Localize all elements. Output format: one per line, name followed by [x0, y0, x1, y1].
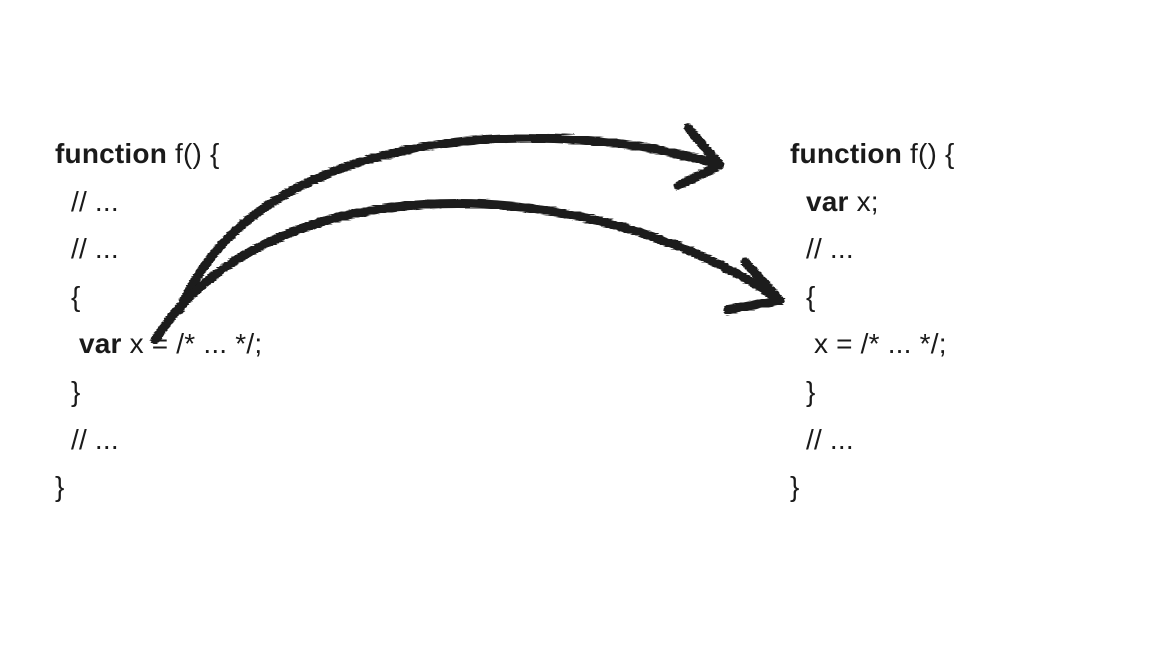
kw-function-right: function [790, 138, 902, 169]
right-l5: x = /* ... */; [790, 328, 947, 359]
left-l2: // ... [55, 186, 119, 217]
kw-function-left: function [55, 138, 167, 169]
left-l3: // ... [55, 233, 119, 264]
right-l8: } [790, 471, 800, 502]
kw-var-left: var [79, 328, 122, 359]
left-l6: } [55, 376, 81, 407]
right-l7: // ... [790, 424, 854, 455]
right-l6: } [790, 376, 816, 407]
right-l4: { [790, 281, 816, 312]
right-l2-rest: x; [849, 186, 879, 217]
left-l7: // ... [55, 424, 119, 455]
diagram-stage: function f() { // ... // ... { var x = /… [0, 0, 1166, 655]
right-l3: // ... [790, 233, 854, 264]
right-l2-indent [790, 186, 806, 217]
kw-var-right: var [806, 186, 849, 217]
left-l8: } [55, 471, 65, 502]
right-code-block: function f() { var x; // ... { x = /* ..… [790, 130, 955, 511]
left-l1-rest: f() { [167, 138, 220, 169]
right-l1-rest: f() { [902, 138, 955, 169]
left-code-block: function f() { // ... // ... { var x = /… [55, 130, 262, 511]
left-l5-rest: x = /* ... */; [122, 328, 263, 359]
left-l4: { [55, 281, 81, 312]
left-l5-indent [55, 328, 79, 359]
